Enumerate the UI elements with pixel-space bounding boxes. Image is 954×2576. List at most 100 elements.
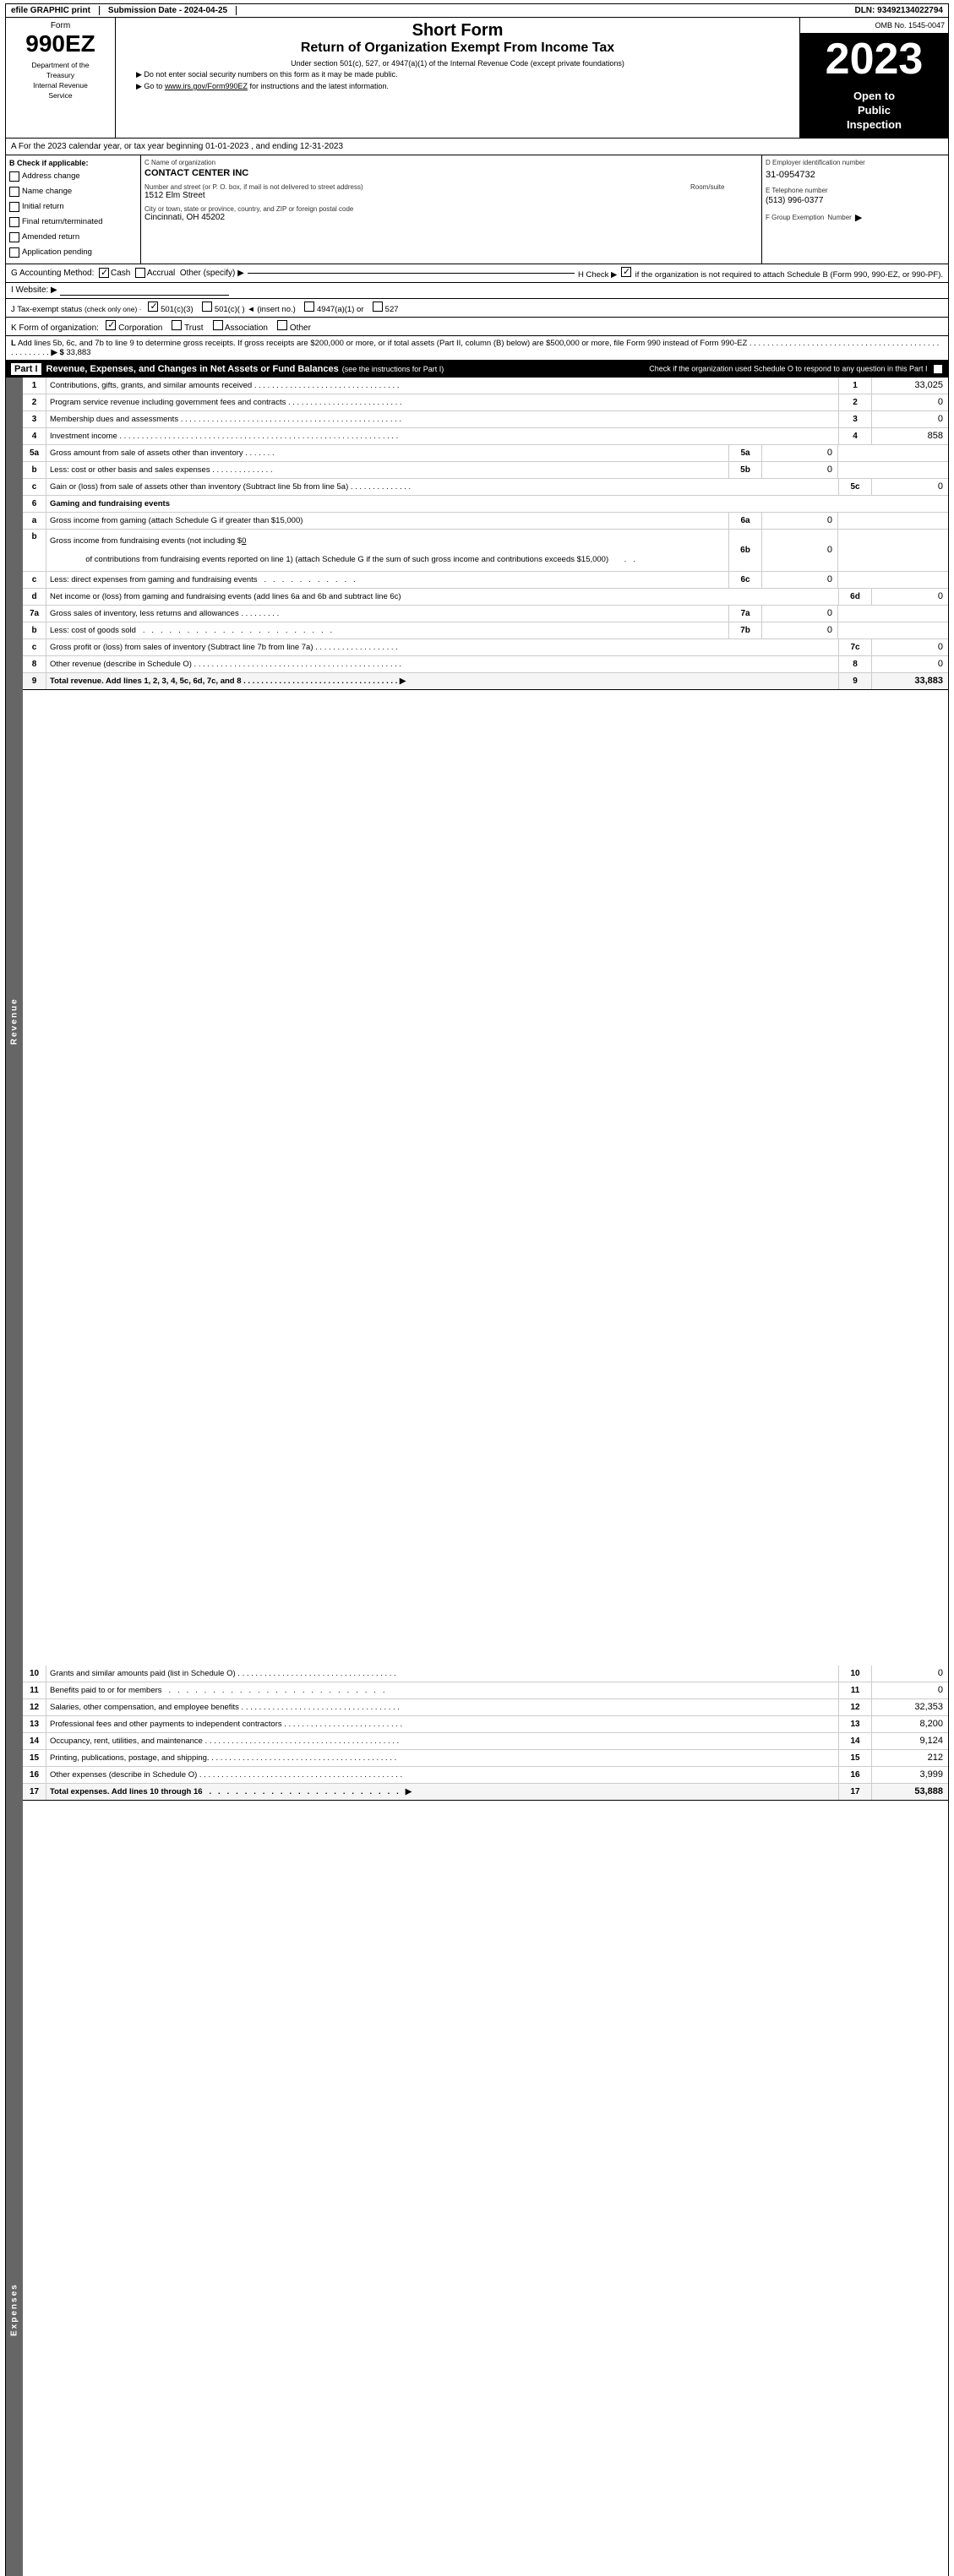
website-row: I Website: ▶ [6,283,948,299]
ln7c-num: c [23,639,46,655]
amended-return-label: Amended return [22,230,79,245]
ein-label: D Employer identification number [766,159,945,166]
final-return-option[interactable]: Final return/terminated [9,215,137,230]
amended-return-option[interactable]: Amended return [9,230,137,245]
line-7b: b Less: cost of goods sold . . . . . . .… [23,622,948,639]
ln6c-mid: 6c [728,572,762,588]
ln6c-e2 [872,572,948,588]
org-name-label: C Name of organization [144,159,758,166]
section-a-text: A For the 2023 calendar year, or tax yea… [11,142,343,151]
org-name-value: CONTACT CENTER INC [144,168,758,178]
col-c: C Name of organization CONTACT CENTER IN… [141,155,762,264]
line-5c: c Gain or (loss) from sale of assets oth… [23,479,948,496]
ln7c-linenum: 7c [838,639,872,655]
corp-label: Corporation [118,323,162,333]
ln1-desc: Contributions, gifts, grants, and simila… [46,378,838,394]
ln8-linenum: 8 [838,656,872,672]
ln7b-desc: Less: cost of goods sold . . . . . . . .… [46,622,728,639]
line-8: 8 Other revenue (describe in Schedule O)… [23,656,948,673]
ln15-value: 212 [872,1750,948,1766]
ln7b-mid: 7b [728,622,762,639]
ln16-linenum: 16 [838,1767,872,1783]
form-number: 990EZ [25,30,95,57]
section-a: A For the 2023 calendar year, or tax yea… [5,139,949,155]
ln11-value: 0 [872,1682,948,1698]
accrual-checkbox[interactable] [135,268,145,278]
4947-checkbox[interactable] [304,302,314,312]
4947-label: 4947(a)(1) or [317,305,363,314]
ln6c-num: c [23,572,46,588]
h-section: H Check ▶ if the organization is not req… [578,267,943,280]
line-11: 11 Benefits paid to or for members . . .… [23,1682,948,1699]
ln6b-e1 [838,530,872,571]
part1-label: Part I [11,363,41,375]
ln8-num: 8 [23,656,46,672]
cash-checkbox[interactable] [99,268,109,278]
ln6a-e2 [872,513,948,529]
ln2-num: 2 [23,394,46,410]
ln6b-midval: 0 [762,530,838,571]
return-title: Return of Organization Exempt From Incom… [119,41,796,56]
tax-label: J Tax-exempt status [11,305,82,314]
ein-value: 31-0954732 [766,170,945,180]
ln12-desc: Salaries, other compensation, and employ… [46,1699,838,1715]
group-label: F Group Exemption [766,214,824,221]
ln5b-mid: 5b [728,462,762,478]
ln13-desc: Professional fees and other payments to … [46,1716,838,1732]
notice1: ▶ Do not enter social security numbers o… [119,70,796,79]
ln6-num: 6 [23,496,46,512]
accrual-label: Accrual [147,269,175,278]
ln7a-num: 7a [23,606,46,622]
ln1-value: 33,025 [872,378,948,394]
ln11-desc: Benefits paid to or for members . . . . … [46,1682,838,1698]
ln11-linenum: 11 [838,1682,872,1698]
submission-date: Submission Date - 2024-04-25 [100,6,237,15]
ln16-desc: Other expenses (describe in Schedule O) … [46,1767,838,1783]
ln6-desc: Gaming and fundraising events [46,496,948,512]
l-row: L Add lines 5b, 6c, and 7b to line 9 to … [6,336,948,361]
main-header: Form 990EZ Department of the Treasury In… [5,18,949,139]
ln5c-desc: Gain or (loss) from sale of assets other… [46,479,838,495]
schedule-o-checkbox[interactable] [933,364,943,374]
line-17: 17 Total expenses. Add lines 10 through … [23,1784,948,1801]
initial-return-checkbox[interactable] [9,202,19,212]
website-label: I Website: ▶ [11,285,57,295]
address-change-checkbox[interactable] [9,171,19,182]
ln11-num: 11 [23,1682,46,1698]
ln5a-num: 5a [23,445,46,461]
ln5b-num: b [23,462,46,478]
b-label: B Check if applicable: [9,159,137,167]
amended-return-checkbox[interactable] [9,232,19,242]
ln13-value: 8,200 [872,1716,948,1732]
assoc-checkbox[interactable] [213,320,223,330]
corp-checkbox[interactable] [106,320,116,330]
501c-checkbox[interactable] [202,302,212,312]
ln5b-desc: Less: cost or other basis and sales expe… [46,462,728,478]
other-checkbox[interactable] [277,320,287,330]
name-change-option[interactable]: Name change [9,184,137,199]
final-return-checkbox[interactable] [9,217,19,227]
line-16: 16 Other expenses (describe in Schedule … [23,1767,948,1784]
line-6a: a Gross income from gaming (attach Sched… [23,513,948,530]
line-1: 1 Contributions, gifts, grants, and simi… [23,378,948,394]
phone-label: E Telephone number [766,187,945,194]
ln9-num: 9 [23,673,46,689]
ln6a-mid: 6a [728,513,762,529]
form-body: B Check if applicable: Address change Na… [5,155,949,2576]
address-change-option[interactable]: Address change [9,169,137,184]
ln7a-e2 [872,606,948,622]
initial-return-option[interactable]: Initial return [9,199,137,215]
h-checkbox[interactable] [621,267,631,277]
501c3-checkbox[interactable] [148,302,158,312]
address-value: 1512 Elm Street [144,191,682,200]
527-checkbox[interactable] [373,302,383,312]
line-9: 9 Total revenue. Add lines 1, 2, 3, 4, 5… [23,673,948,690]
line-7c: c Gross profit or (loss) from sales of i… [23,639,948,656]
name-change-checkbox[interactable] [9,187,19,197]
line-14: 14 Occupancy, rent, utilities, and maint… [23,1733,948,1750]
app-pending-checkbox[interactable] [9,247,19,258]
app-pending-option[interactable]: Application pending [9,245,137,260]
trust-checkbox[interactable] [172,320,182,330]
ln15-desc: Printing, publications, postage, and shi… [46,1750,838,1766]
ln5a-mid: 5a [728,445,762,461]
